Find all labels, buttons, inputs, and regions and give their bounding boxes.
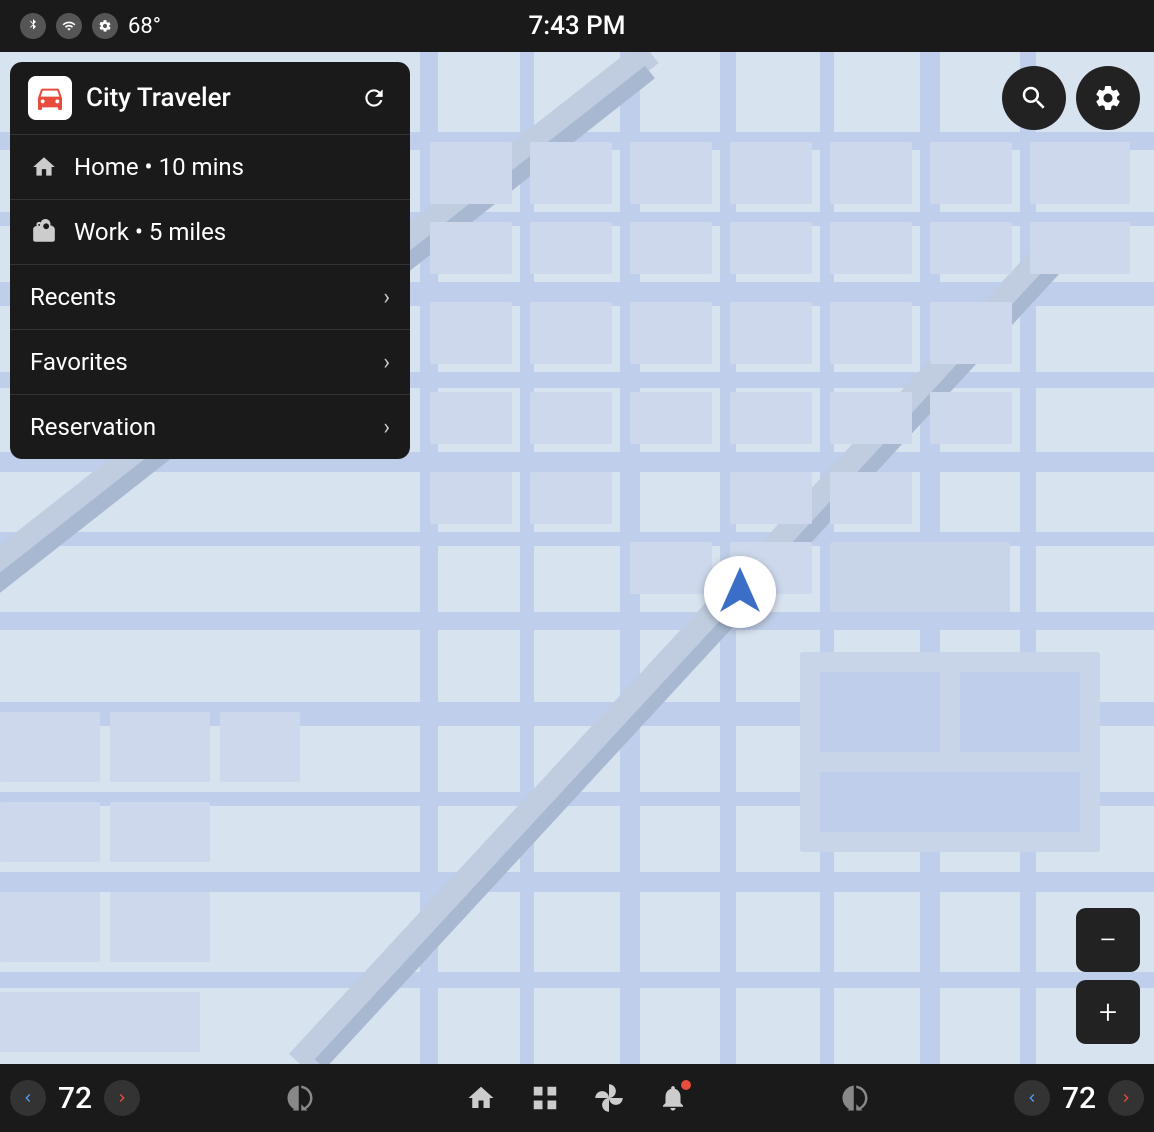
work-label: Work • 5 miles	[74, 218, 390, 246]
bluetooth-icon	[20, 13, 46, 39]
favorites-arrow: ›	[383, 350, 390, 375]
left-temp-increase-button[interactable]	[104, 1080, 140, 1116]
recents-arrow: ›	[383, 285, 390, 310]
search-button[interactable]	[1002, 66, 1066, 130]
grid-button[interactable]	[523, 1076, 567, 1120]
home-nav-button[interactable]	[459, 1076, 503, 1120]
zoom-out-button[interactable]: −	[1076, 908, 1140, 972]
right-temp-decrease-button[interactable]	[1014, 1080, 1050, 1116]
notification-badge	[681, 1080, 691, 1090]
zoom-controls: − +	[1076, 908, 1140, 1044]
right-temp-increase-button[interactable]	[1108, 1080, 1144, 1116]
favorites-item[interactable]: Favorites ›	[10, 330, 410, 395]
favorites-label: Favorites	[30, 348, 367, 376]
left-heat-icon[interactable]	[278, 1076, 322, 1120]
reservation-arrow: ›	[383, 415, 390, 440]
zoom-in-button[interactable]: +	[1076, 980, 1140, 1044]
refresh-button[interactable]	[356, 80, 392, 116]
work-icon	[30, 218, 58, 246]
right-heat-icon[interactable]	[833, 1076, 877, 1120]
nav-panel: City Traveler Home • 10 mins Work • 5	[10, 62, 410, 459]
home-item[interactable]: Home • 10 mins	[10, 135, 410, 200]
map-area: City Traveler Home • 10 mins Work • 5	[0, 52, 1154, 1064]
status-bar: 68° 7:43 PM	[0, 0, 1154, 52]
reservation-label: Reservation	[30, 413, 367, 441]
recents-label: Recents	[30, 283, 367, 311]
nav-header: City Traveler	[10, 62, 410, 135]
left-temp-control: 72	[10, 1080, 140, 1116]
fan-button[interactable]	[587, 1076, 631, 1120]
home-label: Home • 10 mins	[74, 153, 390, 181]
bottom-center-icons	[459, 1076, 695, 1120]
app-title: City Traveler	[86, 83, 342, 113]
settings-button[interactable]	[1076, 66, 1140, 130]
home-icon	[30, 153, 58, 181]
recents-item[interactable]: Recents ›	[10, 265, 410, 330]
top-right-buttons	[1002, 66, 1140, 130]
right-temperature: 72	[1054, 1081, 1104, 1116]
left-temperature: 72	[50, 1081, 100, 1116]
reservation-item[interactable]: Reservation ›	[10, 395, 410, 459]
settings-status-icon[interactable]	[92, 13, 118, 39]
signal-icon	[56, 13, 82, 39]
work-item[interactable]: Work • 5 miles	[10, 200, 410, 265]
status-temperature: 68°	[128, 14, 161, 39]
app-icon	[28, 76, 72, 120]
notification-button[interactable]	[651, 1076, 695, 1120]
status-time: 7:43 PM	[529, 11, 626, 41]
left-temp-decrease-button[interactable]	[10, 1080, 46, 1116]
bottom-bar: 72	[0, 1064, 1154, 1132]
right-temp-control: 72	[1014, 1080, 1144, 1116]
